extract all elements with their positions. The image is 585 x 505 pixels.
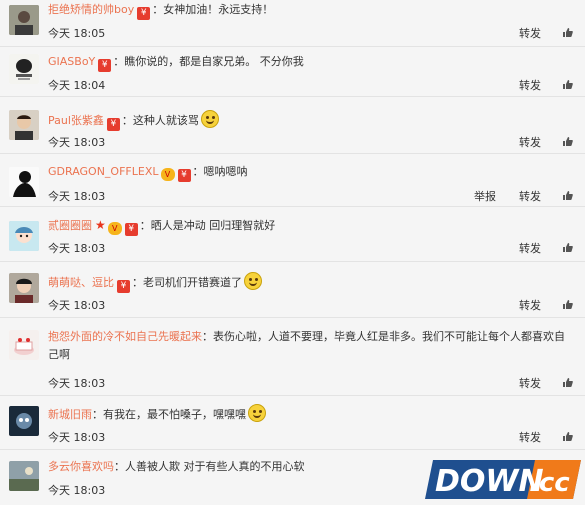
comment-item: Paul张紫鑫 ¥ ：这种人就该骂 今天 18:03 转发 — [0, 97, 585, 154]
comment-item: 抱怨外面的冷不如自己先暖起来：表伤心啦，人道不要理，毕竟人红是非多。我们不可能让… — [0, 318, 585, 396]
red-envelope-badge-icon: ¥ — [98, 59, 112, 72]
emoji-icon — [244, 272, 262, 290]
comment-body: ：女神加油！永远支持！ — [152, 3, 274, 16]
watermark-brand: DOWN — [435, 464, 544, 499]
red-envelope-badge-icon: ¥ — [124, 223, 138, 236]
comment-body: ：这种人就该骂 — [121, 114, 199, 127]
thumbs-up-icon[interactable] — [562, 299, 573, 310]
report-button[interactable]: 举报 — [474, 188, 496, 204]
avatar[interactable] — [9, 461, 39, 491]
forward-button[interactable]: 转发 — [519, 375, 541, 391]
watermark-logo: DOWN .cc — [425, 458, 583, 501]
watermark-tld: .cc — [529, 468, 570, 498]
comment-text: GIASBoY ¥ ：瞧你说的，都是自家兄弟。 不分你我 — [48, 53, 573, 72]
avatar[interactable] — [9, 273, 39, 303]
username-link[interactable]: 抱怨外面的冷不如自己先暖起来 — [48, 330, 202, 343]
username-link[interactable]: Paul张紫鑫 — [48, 114, 104, 127]
comment-text: Paul张紫鑫 ¥ ：这种人就该骂 — [48, 110, 573, 131]
thumbs-up-icon[interactable] — [562, 79, 573, 90]
username-link[interactable]: 多云你喜欢吗 — [48, 460, 114, 473]
comment-item: 萌萌哒、逗比 ¥ ：老司机们开错赛道了 今天 18:03 转发 — [0, 262, 585, 318]
avatar[interactable] — [9, 221, 39, 251]
avatar[interactable] — [9, 54, 39, 84]
timestamp: 今天 18:03 — [48, 431, 106, 444]
thumbs-up-icon[interactable] — [562, 27, 573, 38]
comment-body: ：人善被人欺 对于有些人真的不用心软 — [114, 460, 305, 473]
comment-text: GDRAGON_OFFLEXL V ¥ ：嗯呐嗯呐 — [48, 163, 573, 182]
comment-item: GIASBoY ¥ ：瞧你说的，都是自家兄弟。 不分你我 今天 18:04 转发 — [0, 47, 585, 97]
comment-text: 萌萌哒、逗比 ¥ ：老司机们开错赛道了 — [48, 272, 573, 293]
forward-button[interactable]: 转发 — [519, 188, 541, 204]
forward-button[interactable]: 转发 — [519, 77, 541, 93]
vip-badge-icon: V — [160, 168, 175, 181]
timestamp: 今天 18:03 — [48, 377, 106, 390]
avatar[interactable] — [9, 110, 39, 140]
avatar[interactable] — [9, 406, 39, 436]
avatar[interactable] — [9, 5, 39, 35]
avatar[interactable] — [9, 167, 39, 197]
comment-body: ：晒人是冲动 回归理智就好 — [139, 219, 276, 232]
username-link[interactable]: 新城旧雨 — [48, 408, 92, 421]
thumbs-up-icon[interactable] — [562, 377, 573, 388]
red-envelope-badge-icon: ¥ — [117, 280, 130, 293]
avatar[interactable] — [9, 330, 39, 360]
thumbs-up-icon[interactable] — [562, 136, 573, 147]
comment-item: 贰圈圈圈 ★ V ¥ ：晒人是冲动 回归理智就好 今天 18:03 转发 — [0, 207, 585, 262]
username-link[interactable]: GIASBoY — [48, 55, 95, 68]
red-envelope-badge-icon: ¥ — [177, 169, 191, 182]
timestamp: 今天 18:03 — [48, 136, 106, 149]
forward-button[interactable]: 转发 — [519, 25, 541, 41]
timestamp: 今天 18:05 — [48, 27, 106, 40]
username-link[interactable]: 拒绝矫情的帅boy — [48, 3, 134, 16]
timestamp: 今天 18:03 — [48, 242, 106, 255]
forward-button[interactable]: 转发 — [519, 429, 541, 445]
username-link[interactable]: 贰圈圈圈 — [48, 219, 92, 232]
comment-text: 拒绝矫情的帅boy ¥ ：女神加油！永远支持！ — [48, 1, 573, 20]
red-envelope-badge-icon: ¥ — [137, 7, 151, 20]
forward-button[interactable]: 转发 — [519, 134, 541, 150]
username-link[interactable]: GDRAGON_OFFLEXL — [48, 165, 159, 178]
star-badge-icon: ★ — [95, 218, 106, 232]
username-link[interactable]: 萌萌哒、逗比 — [48, 276, 114, 289]
comment-body: ：嗯呐嗯呐 — [192, 165, 248, 178]
comment-text: 抱怨外面的冷不如自己先暖起来：表伤心啦，人道不要理，毕竟人红是非多。我们不可能让… — [48, 328, 573, 364]
timestamp: 今天 18:03 — [48, 484, 106, 497]
comment-item: 拒绝矫情的帅boy ¥ ：女神加油！永远支持！ 今天 18:05 转发 — [0, 0, 585, 47]
emoji-icon — [248, 404, 266, 422]
timestamp: 今天 18:04 — [48, 79, 106, 92]
thumbs-up-icon[interactable] — [562, 431, 573, 442]
forward-button[interactable]: 转发 — [519, 297, 541, 313]
red-envelope-badge-icon: ¥ — [106, 118, 120, 131]
thumbs-up-icon[interactable] — [562, 190, 573, 201]
forward-button[interactable]: 转发 — [519, 240, 541, 256]
comment-body: ：老司机们开错赛道了 — [132, 276, 242, 289]
comment-item: GDRAGON_OFFLEXL V ¥ ：嗯呐嗯呐 今天 18:03 举报 转发 — [0, 154, 585, 207]
comment-text: 贰圈圈圈 ★ V ¥ ：晒人是冲动 回归理智就好 — [48, 216, 573, 236]
timestamp: 今天 18:03 — [48, 190, 106, 203]
comment-body: ：有我在，最不怕嗓子，嘿嘿嘿 — [92, 408, 246, 421]
vip-badge-icon: V — [107, 222, 122, 235]
emoji-icon — [200, 110, 219, 128]
comment-body: ：瞧你说的，都是自家兄弟。 不分你我 — [113, 55, 304, 68]
comment-text: 新城旧雨：有我在，最不怕嗓子，嘿嘿嘿 — [48, 404, 573, 424]
comment-item: 新城旧雨：有我在，最不怕嗓子，嘿嘿嘿 今天 18:03 转发 — [0, 396, 585, 450]
timestamp: 今天 18:03 — [48, 299, 106, 312]
thumbs-up-icon[interactable] — [562, 242, 573, 253]
